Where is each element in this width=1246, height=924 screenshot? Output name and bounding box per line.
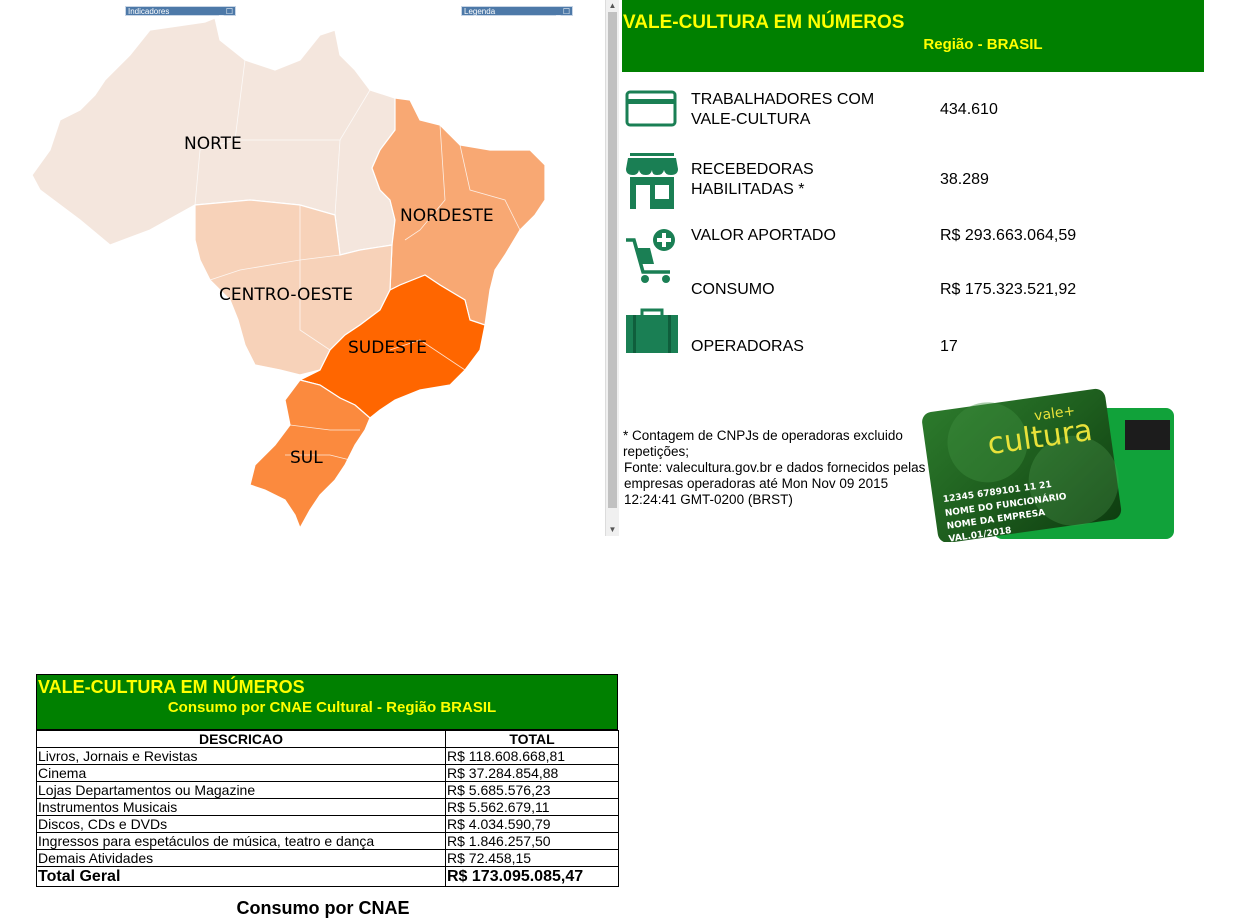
cell-total: R$ 1.846.257,50 <box>445 832 619 850</box>
scrollbar-thumb[interactable] <box>608 12 617 508</box>
vale-cultura-card-image: vale+ cultura 12345 6789101 11 21 NOME D… <box>922 388 1174 542</box>
credit-card-icon <box>625 90 677 127</box>
table-row: Instrumentos Musicais R$ 5.562.679,11 <box>36 798 619 816</box>
scroll-down-arrow-icon[interactable]: ▼ <box>606 524 619 536</box>
table-row: Lojas Departamentos ou Magazine R$ 5.685.… <box>36 781 619 799</box>
summary-title: VALE-CULTURA EM NÚMEROS <box>623 12 905 33</box>
panel-window-controls[interactable]: _ ☐ <box>556 7 570 17</box>
footnote: * Contagem de CNPJs de operadoras exclui… <box>623 428 928 508</box>
source-text: Fonte: valecultura.gov.br e dados fornec… <box>624 460 926 507</box>
stat-value: 38.289 <box>940 171 989 188</box>
label-norte: NORTE <box>184 134 242 154</box>
stat-label: CONSUMO <box>691 281 775 298</box>
briefcase-icon <box>626 308 678 353</box>
cnae-chart-title: Consumo por CNAE <box>236 898 410 918</box>
summary-subtitle: Região - BRASIL <box>923 36 1043 53</box>
cart-add-icon <box>626 229 675 283</box>
cnae-header: VALE-CULTURA EM NÚMEROS Consumo por CNAE… <box>36 674 618 730</box>
footnote-text: * Contagem de CNPJs de operadoras exclui… <box>623 428 903 459</box>
cell-total: R$ 72.458,15 <box>445 849 619 867</box>
cell-total: R$ 118.608.668,81 <box>445 747 619 765</box>
stat-label: VALOR APORTADO <box>691 227 836 244</box>
cell-total: R$ 37.284.854,88 <box>445 764 619 782</box>
cell-descricao: Demais Atividades <box>36 849 446 867</box>
cell-descricao: Instrumentos Musicais <box>36 798 446 816</box>
stat-value: 17 <box>940 338 958 355</box>
indicators-panel[interactable]: Indicadores _ ☐ <box>125 6 236 16</box>
label-nordeste: NORDESTE <box>400 206 494 226</box>
brazil-map[interactable]: NORTE NORDESTE CENTRO-OESTE SUDESTE SUL … <box>0 0 605 536</box>
panel-window-controls[interactable]: _ ☐ <box>219 7 233 17</box>
cell-descricao: Livros, Jornais e Revistas <box>36 747 446 765</box>
stat-value: R$ 175.323.521,92 <box>940 281 1077 298</box>
brazil-map-svg: NORTE NORDESTE CENTRO-OESTE SUDESTE SUL <box>31 17 546 530</box>
total-label: Total Geral <box>36 866 446 887</box>
cell-descricao: Ingressos para espetáculos de música, te… <box>36 832 446 850</box>
column-header-total[interactable]: TOTAL <box>445 730 619 748</box>
cell-descricao: Cinema <box>36 764 446 782</box>
cnae-title: VALE-CULTURA EM NÚMEROS <box>38 677 305 697</box>
label-sudeste: SUDESTE <box>348 338 427 358</box>
legend-panel-title: Legenda <box>464 7 496 16</box>
legend-panel[interactable]: Legenda _ ☐ <box>461 6 573 16</box>
stat-value: 434.610 <box>940 101 998 118</box>
table-row: Discos, CDs e DVDs R$ 4.034.590,79 <box>36 815 619 833</box>
stat-label: RECEBEDORAS HABILITADAS * <box>691 161 814 198</box>
table-row: Ingressos para espetáculos de música, te… <box>36 832 619 850</box>
stat-label: TRABALHADORES COM VALE-CULTURA <box>691 91 875 128</box>
stat-label: OPERADORAS <box>691 338 804 355</box>
cell-total: R$ 5.562.679,11 <box>445 798 619 816</box>
cell-total: R$ 5.685.576,23 <box>445 781 619 799</box>
table-total-row: Total Geral R$ 173.095.085,47 <box>36 866 619 887</box>
table-row: Cinema R$ 37.284.854,88 <box>36 764 619 782</box>
cell-descricao: Lojas Departamentos ou Magazine <box>36 781 446 799</box>
store-icon <box>626 153 678 209</box>
indicators-panel-title: Indicadores <box>128 7 170 16</box>
label-sul: SUL <box>290 448 323 468</box>
cnae-table: DESCRICAO TOTAL Livros, Jornais e Revist… <box>36 730 619 887</box>
column-header-descricao[interactable]: DESCRICAO <box>36 730 446 748</box>
total-value: R$ 173.095.085,47 <box>445 866 619 887</box>
label-centro-oeste: CENTRO-OESTE <box>219 285 353 305</box>
scroll-up-arrow-icon[interactable]: ▲ <box>606 0 619 12</box>
cnae-subtitle: Consumo por CNAE Cultural - Região BRASI… <box>167 699 497 716</box>
cell-total: R$ 4.034.590,79 <box>445 815 619 833</box>
table-row: Livros, Jornais e Revistas R$ 118.608.668… <box>36 747 619 765</box>
stat-value: R$ 293.663.064,59 <box>940 227 1077 244</box>
table-header-row: DESCRICAO TOTAL <box>36 730 619 748</box>
summary-header: VALE-CULTURA EM NÚMEROS Região - BRASIL <box>622 0 1204 72</box>
table-row: Demais Atividades R$ 72.458,15 <box>36 849 619 867</box>
cell-descricao: Discos, CDs e DVDs <box>36 815 446 833</box>
map-scrollbar[interactable]: ▲ ▼ <box>605 0 619 536</box>
